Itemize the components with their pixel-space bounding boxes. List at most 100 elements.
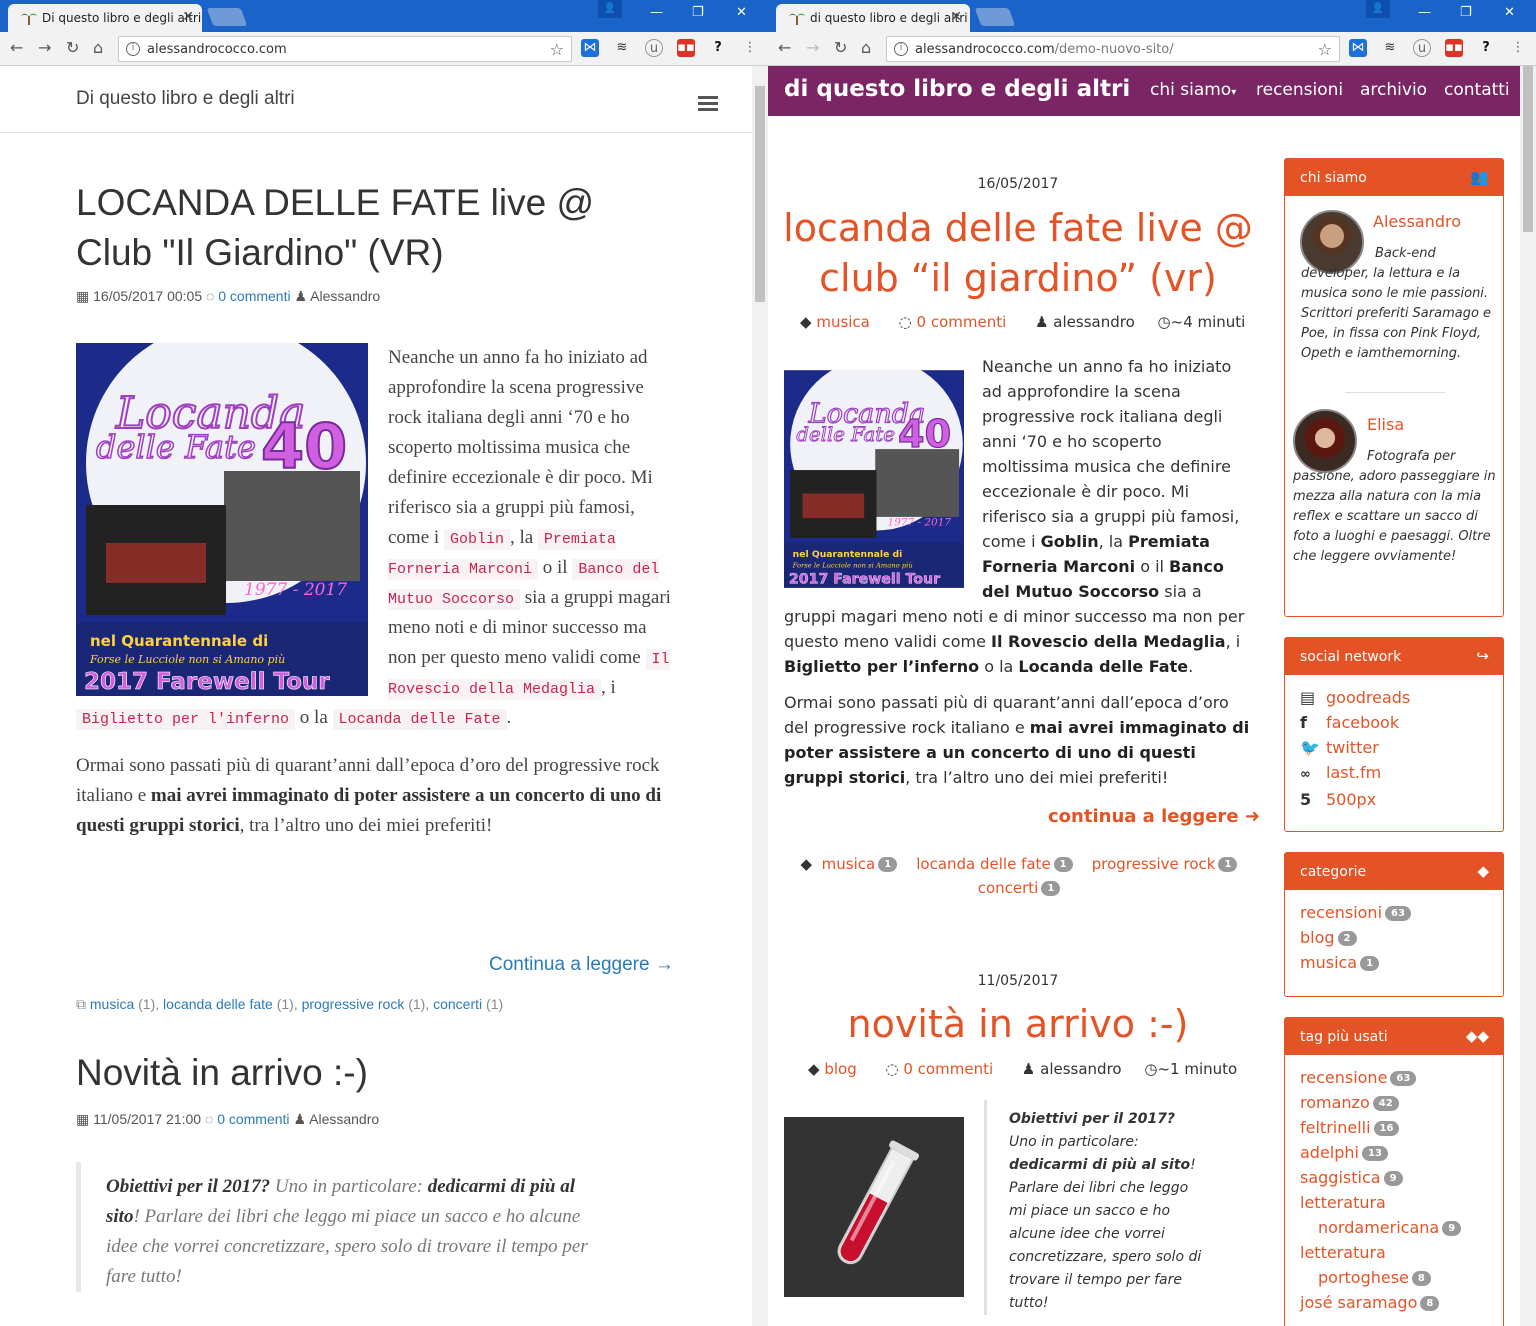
minimize-icon[interactable]: — [650,5,663,20]
tag-item[interactable]: recensione 63 [1300,1065,1493,1090]
post-category-link[interactable]: musica [816,313,870,331]
social-twitter[interactable]: 🐦 twitter [1300,735,1503,760]
extension-red-icon[interactable]: ▪▪ [677,39,695,57]
nav-chi-siamo[interactable]: chi siamo▾ [1150,80,1236,100]
author-name[interactable]: Alessandro [1373,212,1461,231]
extension-icon-1[interactable]: ⋈ [1349,39,1367,57]
page-viewport-left: Di questo libro e degli altri LOCANDA DE… [0,66,752,1326]
home-icon[interactable]: ⌂ [93,38,103,57]
excerpt-text: . [506,707,512,728]
tag-item[interactable]: adelphi 13 [1300,1140,1493,1165]
social-500px[interactable]: 5 500px [1300,787,1503,812]
continue-reading-link[interactable]: continua a leggere ➜ [1048,806,1260,827]
info-icon[interactable]: i [126,42,140,56]
post-test-tube-image[interactable] [784,1117,964,1297]
post-title[interactable]: novità in arrivo :-) [768,999,1268,1049]
close-window-icon[interactable]: ✕ [736,5,747,20]
tag-link[interactable]: locanda delle fate [163,996,273,1012]
browser-tab[interactable]: di questo libro e degli altri ✕ [776,4,970,32]
tag-item[interactable]: feltrinelli 16 [1300,1115,1493,1140]
close-window-icon[interactable]: ✕ [1504,5,1515,20]
profile-icon[interactable]: 👤 [1366,0,1390,18]
browser-window-left: Di questo libro e degli altri ✕ 👤 — ❐ ✕ … [0,0,768,1326]
extension-layers-icon[interactable]: ≋ [1381,39,1399,57]
new-tab-button[interactable] [974,8,1016,26]
tag-item[interactable]: letteratura portoghese 8 [1300,1240,1450,1290]
site-brand[interactable]: Di questo libro e degli altri [76,88,295,110]
nav-contatti[interactable]: contatti [1444,80,1510,100]
bookmark-star-icon[interactable]: ☆ [550,40,564,59]
back-icon[interactable]: ← [10,38,23,57]
panel-heading: tag più usati ◆◆ [1285,1018,1503,1055]
site-brand[interactable]: di questo libro e degli altri [784,76,1130,102]
extension-red-icon[interactable]: ▪▪ [1445,39,1463,57]
category-item[interactable]: musica 1 [1300,950,1503,975]
address-bar[interactable]: i alessandrococco.com/demo-nuovo-sito/ ☆ [886,36,1340,62]
social-goodreads[interactable]: ▤ goodreads [1300,685,1503,710]
category-count-badge: 63 [1385,906,1411,921]
post-title[interactable]: locanda delle fate live @ club “il giard… [768,203,1268,303]
bookmark-star-icon[interactable]: ☆ [1318,40,1332,59]
profile-icon[interactable]: 👤 [598,0,622,18]
post-category-link[interactable]: blog [824,1060,856,1078]
tag-link[interactable]: progressive rock [302,996,405,1012]
post-title[interactable]: LOCANDA DELLE FATE live @ Club "Il Giard… [76,178,676,278]
info-icon[interactable]: i [894,42,908,56]
reload-icon[interactable]: ↻ [66,38,79,57]
tag-item[interactable]: romanzo 42 [1300,1090,1493,1115]
scrollbar[interactable] [752,66,768,1326]
help-icon[interactable]: ? [709,39,727,57]
tab-close-icon[interactable]: ✕ [182,9,194,25]
author-name[interactable]: Elisa [1367,415,1404,434]
category-item[interactable]: blog 2 [1300,925,1503,950]
nav-archivio[interactable]: archivio [1360,80,1427,100]
new-tab-button[interactable] [206,8,248,26]
home-icon[interactable]: ⌂ [861,38,871,57]
restore-icon[interactable]: ❐ [692,5,704,20]
ublock-icon[interactable]: u [645,39,663,57]
poster-years: 1977 - 2017 [244,580,347,600]
hamburger-menu-icon[interactable] [698,96,718,111]
menu-dots-icon[interactable]: ⋮ [1509,39,1527,57]
scrollbar[interactable] [1520,66,1536,1326]
tag-link[interactable]: musica [822,855,876,873]
comments-link[interactable]: 0 commenti [218,288,290,304]
tag-link[interactable]: musica [90,996,134,1012]
help-icon[interactable]: ? [1477,39,1495,57]
social-facebook[interactable]: f facebook [1300,710,1503,735]
address-bar[interactable]: i alessandrococco.com ☆ [118,36,572,62]
comments-link[interactable]: 0 commenti [217,1111,289,1127]
tag-item[interactable]: saggistica 9 [1300,1165,1493,1190]
menu-dots-icon[interactable]: ⋮ [741,39,759,57]
ublock-icon[interactable]: u [1413,39,1431,57]
url-text: alessandrococco.com [147,42,287,57]
tag-count: (1) [486,996,504,1012]
comments-link[interactable]: 0 commenti [917,313,1007,331]
post-poster-image[interactable]: Locanda delle Fate 40 1977 - 2017 nel Qu… [76,323,368,696]
minimize-icon[interactable]: — [1418,5,1431,20]
tag-link[interactable]: concerti [433,996,482,1012]
tag-link[interactable]: concerti [978,879,1039,897]
forward-icon[interactable]: → [38,38,51,57]
tag-item[interactable]: josé saramago 8 [1300,1290,1493,1315]
scrollbar-thumb[interactable] [755,86,765,302]
extension-icon-1[interactable]: ⋈ [581,39,599,57]
nav-recensioni[interactable]: recensioni [1256,80,1343,100]
post-poster-image[interactable]: Locanda delle Fate 40 1977 - 2017 nel Qu… [784,357,964,588]
tag-item[interactable]: letteratura nordamericana 9 [1300,1190,1470,1240]
tag-link[interactable]: progressive rock [1092,855,1216,873]
continue-reading-link[interactable]: Continua a leggere → [489,954,674,976]
post-title[interactable]: Novità in arrivo :-) [76,1048,676,1098]
reload-icon[interactable]: ↻ [834,38,847,57]
restore-icon[interactable]: ❐ [1460,5,1472,20]
tab-close-icon[interactable]: ✕ [950,9,962,25]
comments-link[interactable]: 0 commenti [903,1060,993,1078]
forward-icon[interactable]: → [806,38,819,57]
browser-tab[interactable]: Di questo libro e degli altri ✕ [8,4,202,32]
back-icon[interactable]: ← [778,38,791,57]
tag-link[interactable]: locanda delle fate [916,855,1050,873]
scrollbar-thumb[interactable] [1523,66,1533,232]
extension-layers-icon[interactable]: ≋ [613,39,631,57]
category-item[interactable]: recensioni 63 [1300,900,1503,925]
social-lastfm[interactable]: ∞ last.fm [1300,760,1503,787]
